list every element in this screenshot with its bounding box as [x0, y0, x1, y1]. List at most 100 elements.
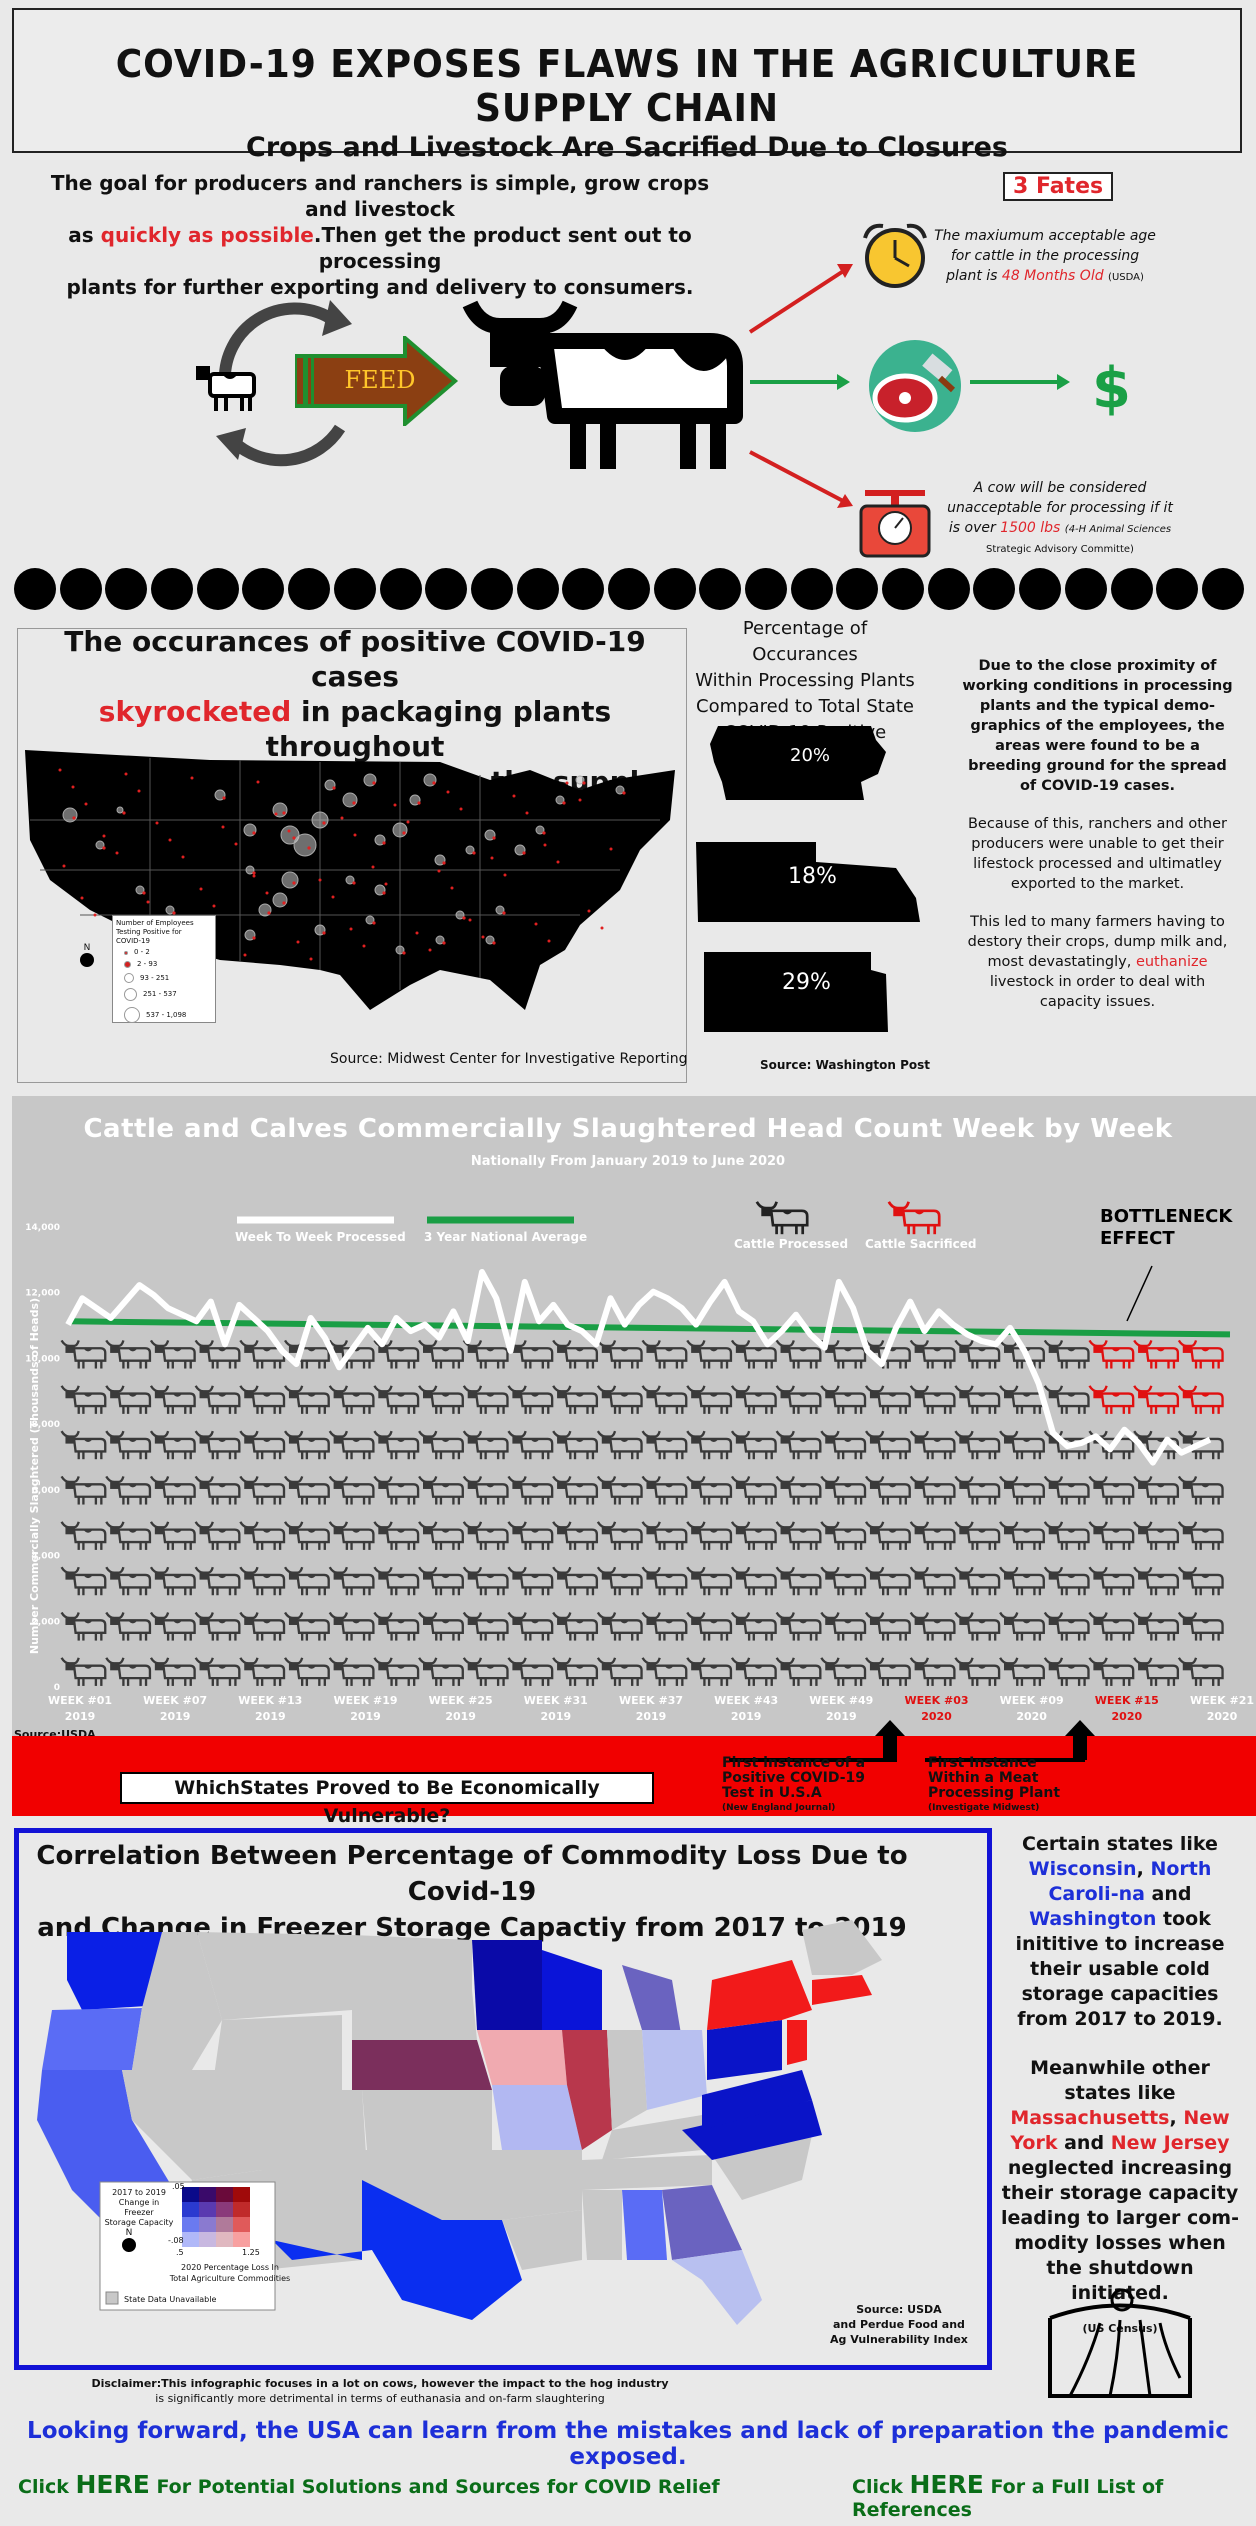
case-dot: [428, 948, 432, 952]
x-tick-year: 2019: [636, 1710, 667, 1723]
case-bubble: [392, 822, 408, 838]
cow-processed-icon: [462, 1475, 509, 1505]
cow-processed-icon: [730, 1430, 777, 1460]
cow-processed-icon: [194, 1521, 241, 1550]
cow-processed-icon: [552, 1521, 599, 1550]
case-dot: [309, 957, 313, 961]
separator-dot: [425, 568, 468, 610]
cow-processed-icon: [284, 1657, 330, 1686]
cow-processed-icon: [954, 1657, 1001, 1686]
legend-swatch: [216, 2202, 233, 2217]
cases-legend-item: 0 - 2: [116, 948, 212, 957]
case-dot: [525, 811, 529, 815]
case-bubble: [62, 807, 78, 823]
case-dot: [267, 911, 271, 915]
cow-processed-icon: [105, 1521, 152, 1550]
cow-processed-icon: [328, 1611, 375, 1641]
cow-processed-icon: [239, 1475, 286, 1505]
cow-processed-icon: [328, 1385, 375, 1414]
case-dot: [600, 926, 604, 930]
cow-processed-icon: [1088, 1611, 1135, 1641]
cow-processed-icon: [641, 1339, 688, 1369]
case-dot: [393, 803, 397, 807]
case-bubble: [342, 792, 358, 808]
case-dot: [481, 935, 485, 939]
x-tick-year: 2020: [1112, 1710, 1143, 1723]
cow-processed-icon: [1177, 1611, 1224, 1641]
cow-processed-icon: [418, 1475, 464, 1505]
x-tick-year: 2019: [541, 1710, 572, 1723]
cases-legend-item: 93 - 251: [116, 973, 212, 983]
separator-dot: [379, 568, 422, 610]
x-tick-week: WEEK #15: [1095, 1694, 1159, 1707]
case-dot: [472, 851, 476, 855]
case-dot: [459, 807, 463, 811]
separator-dot: [927, 568, 970, 610]
case-dot: [137, 789, 141, 793]
cow-processed-icon: [418, 1430, 464, 1460]
case-dot: [115, 851, 119, 855]
state-kansas: [362, 2090, 492, 2150]
cow-sacrificed-icon: [1088, 1339, 1135, 1369]
cow-processed-icon: [284, 1339, 330, 1369]
case-dot: [565, 781, 569, 785]
references-link[interactable]: Click HERE For a Full List of References: [852, 2470, 1256, 2521]
cow-processed-icon: [999, 1475, 1045, 1505]
cow-processed-icon: [60, 1430, 107, 1460]
cow-processed-icon: [149, 1611, 196, 1641]
legend-cattle-processed: Cattle Processed: [734, 1237, 848, 1251]
cow-processed-icon: [1177, 1566, 1224, 1596]
cow-processed-icon: [596, 1430, 643, 1460]
cow-processed-icon: [194, 1385, 241, 1414]
cow-processed-icon: [775, 1385, 822, 1414]
case-dot: [382, 841, 386, 845]
cow-processed-icon: [641, 1475, 688, 1505]
age-limit-value: 48 Months Old: [1001, 268, 1104, 284]
cow-processed-icon: [149, 1475, 196, 1505]
state-oregon: [42, 2008, 142, 2070]
page-subtitle: Crops and Livestock Are Sacrified Due to…: [246, 132, 1008, 163]
cow-processed-icon: [775, 1611, 822, 1641]
case-dot: [168, 838, 172, 842]
cow-processed-icon: [1177, 1657, 1224, 1686]
case-dot: [296, 940, 300, 944]
case-dot: [58, 768, 62, 772]
case-bubble: [281, 871, 299, 889]
state-new-jersey: [787, 2020, 807, 2065]
cow-processed-icon: [284, 1385, 330, 1414]
cow-processed-icon: [1177, 1475, 1224, 1505]
dot-separator: [14, 568, 1244, 612]
event-first-us-case: First instance of a Positive COVID-19 Test…: [722, 1755, 866, 1814]
cow-processed-icon: [686, 1521, 733, 1550]
cow-processed-icon: [552, 1566, 599, 1596]
vulnerable-states-button[interactable]: WhichStates Proved to Be Economically Vu…: [120, 1772, 654, 1827]
case-dot: [124, 772, 128, 776]
case-dot: [80, 896, 84, 900]
title-banner: COVID-19 EXPOSES FLAWS IN THE AGRICULTUR…: [12, 8, 1242, 163]
state-minnesota: [472, 1940, 542, 2030]
x-tick-year: 2019: [65, 1710, 96, 1723]
cow-processed-icon: [596, 1521, 643, 1550]
separator-dot: [653, 568, 696, 610]
x-tick-week: WEEK #13: [238, 1694, 302, 1707]
case-dot: [252, 936, 256, 940]
cow-processed-icon: [552, 1657, 599, 1686]
legend-swatch: [199, 2187, 216, 2202]
case-bubble: [293, 833, 317, 857]
cow-processed-icon: [730, 1566, 777, 1596]
x-tick-week: WEEK #25: [429, 1694, 493, 1707]
legend-x1-value: 1.25: [242, 2248, 260, 2257]
cow-processed-icon: [954, 1521, 1001, 1550]
legend-cattle-sacrificed: Cattle Sacrificed: [865, 1237, 976, 1251]
case-dot: [371, 865, 375, 869]
cases-source: Source: Midwest Center for Investigative…: [330, 1051, 688, 1067]
case-dot: [512, 794, 516, 798]
separator-dot: [745, 568, 787, 610]
cow-processed-icon: [865, 1566, 911, 1596]
cases-legend: Number of Employees Testing Positive for C…: [112, 915, 216, 1023]
fate-weight-text: A cow will be considered unacceptable fo…: [947, 480, 1173, 555]
case-dot: [282, 901, 286, 905]
cow-processed-icon: [462, 1339, 509, 1369]
case-dot: [372, 921, 376, 925]
solutions-link[interactable]: Click HERE For Potential Solutions and S…: [18, 2470, 720, 2499]
